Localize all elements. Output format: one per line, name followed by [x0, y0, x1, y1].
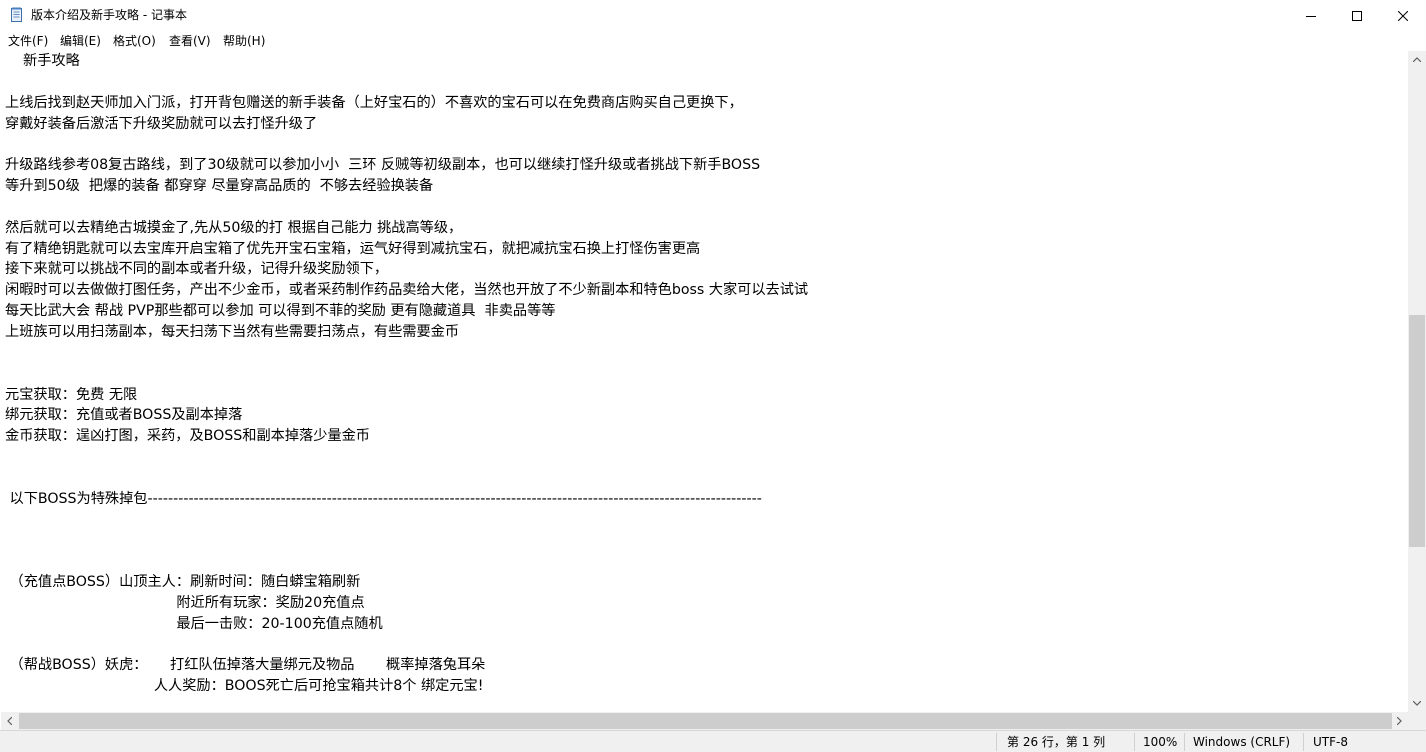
- chevron-up-icon: [1413, 57, 1421, 62]
- status-encoding: UTF-8: [1313, 735, 1348, 749]
- close-icon: [1398, 10, 1408, 21]
- vertical-scrollbar[interactable]: [1408, 51, 1426, 712]
- minimize-icon: [1306, 15, 1316, 17]
- status-separator: [996, 733, 997, 751]
- close-button[interactable]: [1380, 0, 1426, 31]
- chevron-right-icon: [1397, 717, 1402, 725]
- vertical-scroll-thumb[interactable]: [1409, 315, 1425, 547]
- scrollbar-corner: [1408, 712, 1426, 730]
- notepad-icon: [9, 7, 25, 23]
- status-cursor-position: 第 26 行，第 1 列: [1007, 735, 1106, 749]
- menu-view[interactable]: 查看(V): [169, 33, 211, 49]
- status-zoom: 100%: [1143, 735, 1178, 749]
- menu-bar: 文件(F) 编辑(E) 格式(O) 查看(V) 帮助(H): [0, 31, 1426, 51]
- scroll-up-button[interactable]: [1408, 51, 1426, 68]
- scroll-left-button[interactable]: [1, 712, 18, 730]
- maximize-icon: [1352, 10, 1362, 21]
- horizontal-scrollbar[interactable]: [1, 712, 1408, 730]
- minimize-button[interactable]: [1288, 0, 1334, 31]
- status-bar: 第 26 行，第 1 列 100% Windows (CRLF) UTF-8: [0, 730, 1426, 752]
- window-title: 版本介绍及新手攻略 - 记事本: [31, 8, 187, 22]
- chevron-down-icon: [1413, 701, 1421, 706]
- status-separator: [1303, 733, 1304, 751]
- menu-file[interactable]: 文件(F): [8, 33, 48, 49]
- status-line-ending: Windows (CRLF): [1193, 735, 1291, 749]
- menu-edit[interactable]: 编辑(E): [60, 33, 101, 49]
- menu-help[interactable]: 帮助(H): [223, 33, 265, 49]
- maximize-button[interactable]: [1334, 0, 1380, 31]
- status-separator: [1184, 733, 1185, 751]
- document-text[interactable]: 新手攻略 上线后找到赵天师加入门派，打开背包赠送的新手装备（上好宝石的）不喜欢的…: [5, 51, 808, 697]
- status-separator: [1134, 733, 1135, 751]
- scroll-down-button[interactable]: [1408, 695, 1426, 712]
- menu-format[interactable]: 格式(O): [113, 33, 156, 49]
- text-editor[interactable]: 新手攻略 上线后找到赵天师加入门派，打开背包赠送的新手装备（上好宝石的）不喜欢的…: [1, 51, 1408, 712]
- scroll-right-button[interactable]: [1391, 712, 1408, 730]
- chevron-left-icon: [7, 717, 12, 725]
- title-bar: 版本介绍及新手攻略 - 记事本: [0, 0, 1426, 31]
- horizontal-scroll-thumb[interactable]: [19, 713, 1392, 729]
